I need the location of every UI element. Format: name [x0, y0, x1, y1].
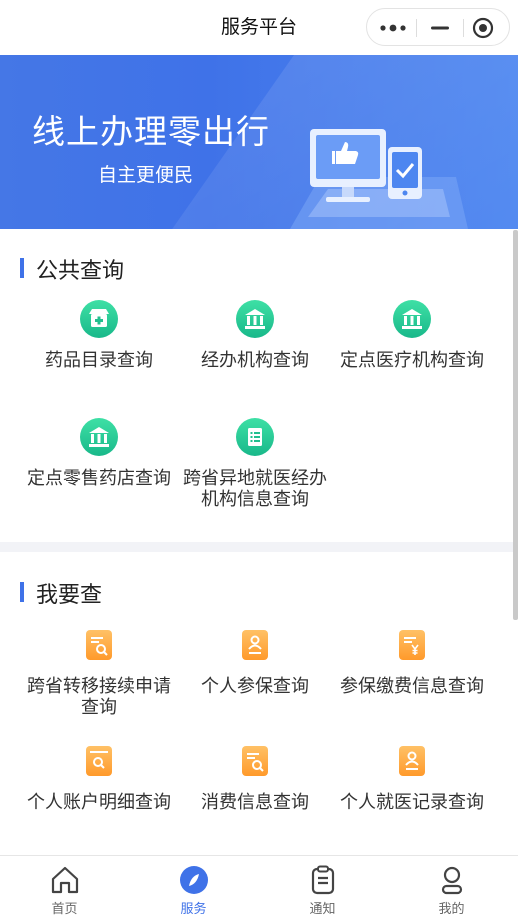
grid-item-label: 个人参保查询	[201, 676, 309, 697]
grid-item-label: 药品目录查询	[45, 350, 153, 371]
yuan-doc-icon	[393, 626, 431, 664]
hero-banner[interactable]: 线上办理零出行 自主更便民	[0, 55, 518, 229]
tab-mine[interactable]: 我的	[387, 856, 516, 921]
tab-label: 首页	[51, 902, 78, 917]
close-target-icon[interactable]	[472, 17, 494, 39]
grid-item-label: 跨省转移接续申请查询	[27, 676, 171, 718]
mini-program-capsule	[366, 8, 510, 46]
grid-item-label: 定点零售药店查询	[27, 468, 171, 489]
tab-label: 我的	[438, 902, 465, 917]
grid-item-label: 个人就医记录查询	[340, 792, 484, 813]
person-doc-icon	[236, 626, 274, 664]
top-navigation-bar: 服务平台	[0, 0, 518, 54]
grid-item-label: 跨省异地就医经办机构信息查询	[183, 468, 327, 510]
institution-icon	[393, 300, 431, 338]
pharmacy-icon	[80, 300, 118, 338]
section-divider	[0, 542, 513, 552]
section-title: 我要查	[36, 583, 103, 608]
grid-item-label: 个人账户明细查询	[27, 792, 171, 813]
capsule-divider	[416, 19, 417, 37]
person-doc-icon	[393, 742, 431, 780]
doc-search-icon	[80, 626, 118, 664]
tab-label: 服务	[180, 902, 207, 917]
tab-notice[interactable]: 通知	[258, 856, 387, 921]
grid-item-label: 消费信息查询	[201, 792, 309, 813]
banner-subtitle: 自主更便民	[98, 164, 194, 186]
clipboard-icon	[311, 865, 335, 895]
section-accent-bar	[20, 258, 24, 278]
section-accent-bar	[20, 582, 24, 602]
institution-icon	[80, 418, 118, 456]
section-title: 公共查询	[36, 259, 125, 284]
banner-title: 线上办理零出行	[32, 112, 270, 151]
computer-illustration-icon	[290, 129, 468, 229]
home-icon	[51, 866, 79, 894]
institution-icon	[236, 300, 274, 338]
compass-icon	[180, 866, 208, 894]
user-icon	[441, 866, 463, 895]
scrollbar[interactable]	[513, 230, 518, 620]
capsule-divider	[463, 19, 464, 37]
more-icon[interactable]	[379, 20, 407, 36]
minimize-icon[interactable]	[429, 20, 451, 36]
doc-search-icon	[236, 742, 274, 780]
bottom-tab-bar: 首页 服务 通知 我的	[0, 855, 518, 921]
tab-service[interactable]: 服务	[129, 856, 258, 921]
grid-item-label: 参保缴费信息查询	[340, 676, 484, 697]
document-icon	[236, 418, 274, 456]
account-search-icon	[80, 742, 118, 780]
grid-item-label: 经办机构查询	[201, 350, 309, 371]
tab-label: 通知	[309, 902, 336, 917]
grid-item-label: 定点医疗机构查询	[340, 350, 484, 371]
tab-home[interactable]: 首页	[0, 856, 129, 921]
